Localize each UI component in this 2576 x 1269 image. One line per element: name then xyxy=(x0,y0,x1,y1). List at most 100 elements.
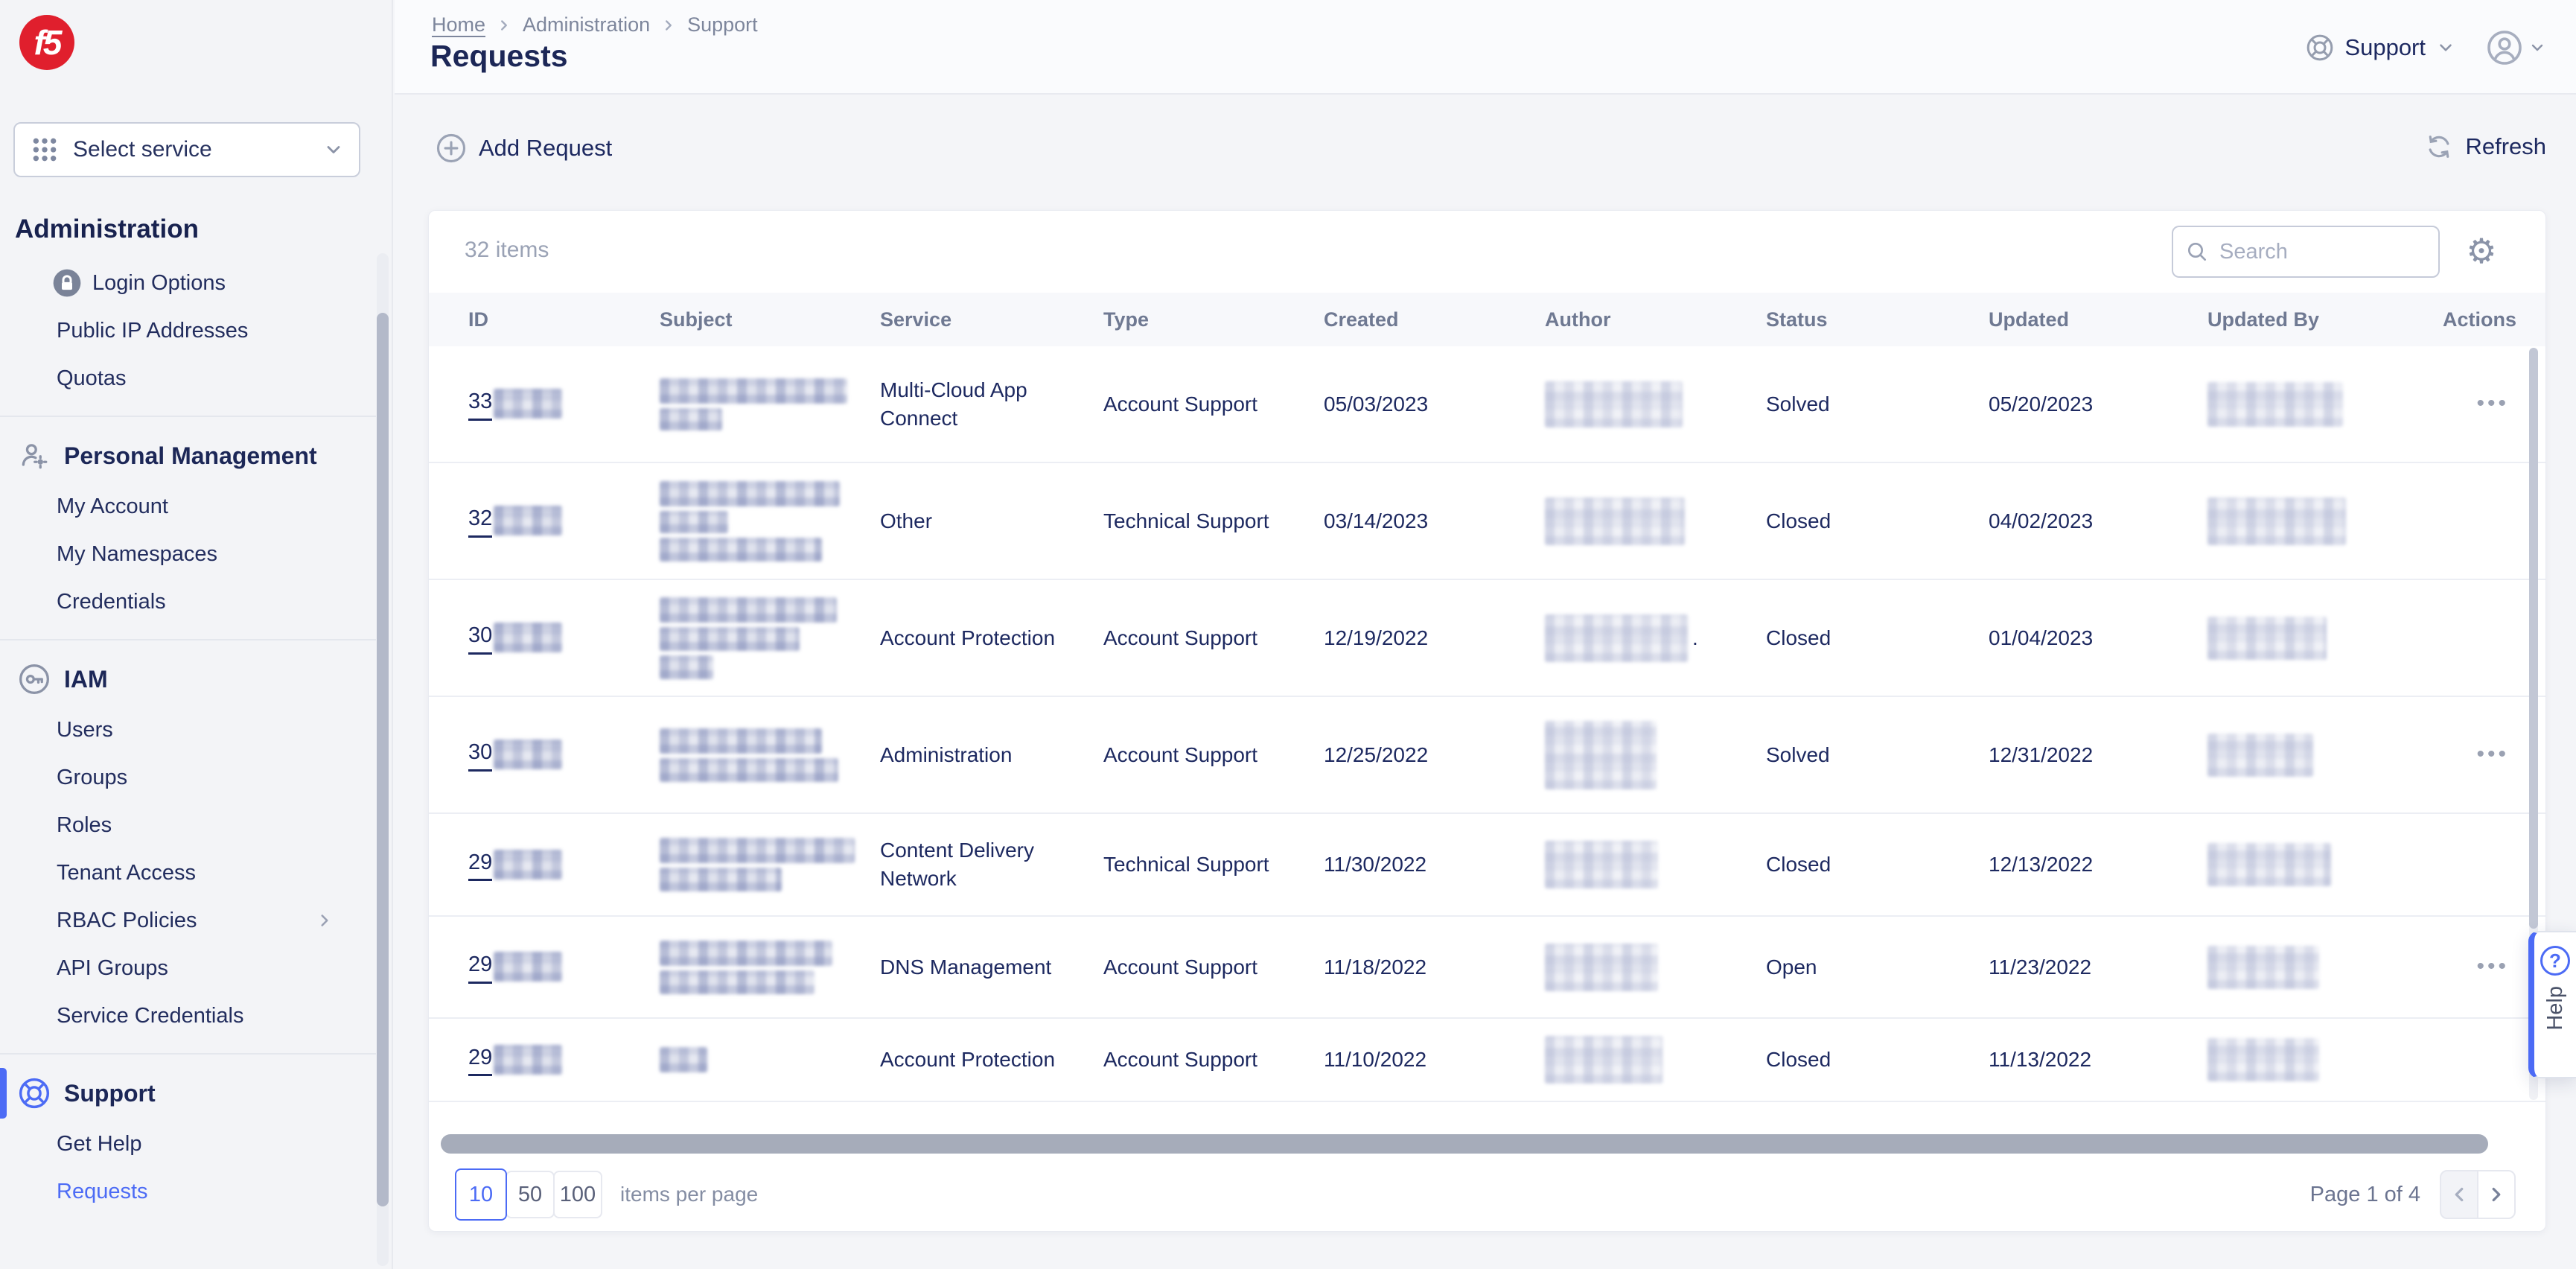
redacted-id xyxy=(494,1044,563,1075)
column-header-actions: Actions xyxy=(2443,308,2517,331)
request-id-link[interactable]: 32 xyxy=(468,504,563,538)
request-id-link[interactable]: 30 xyxy=(468,738,563,772)
sidebar-item-users[interactable]: Users xyxy=(0,706,376,754)
add-request-button[interactable]: Add Request xyxy=(436,133,612,164)
request-id: 29 xyxy=(468,950,493,984)
table-vertical-scrollbar-thumb[interactable] xyxy=(2529,348,2538,929)
request-created: 11/10/2022 xyxy=(1324,1048,1427,1072)
sidebar-section-title: Administration xyxy=(15,214,199,244)
request-created: 11/18/2022 xyxy=(1324,955,1427,979)
request-updated-by-redacted xyxy=(2207,616,2443,660)
column-header-updated[interactable]: Updated xyxy=(1989,306,2207,333)
request-updated: 05/20/2023 xyxy=(1989,392,2094,416)
sidebar-item-credentials[interactable]: Credentials xyxy=(0,578,376,626)
sidebar-item-get-help[interactable]: Get Help xyxy=(0,1120,376,1168)
table-row: 29 DNS Management Account Support 11/18/… xyxy=(429,917,2545,1019)
sidebar-item-service-credentials[interactable]: Service Credentials xyxy=(0,992,376,1040)
table-row: 32 Other Technical Support 03/14/2023 Cl… xyxy=(429,463,2545,580)
grid-icon xyxy=(30,135,60,165)
page-size-100-button[interactable]: 100 xyxy=(553,1171,602,1218)
sidebar-item-public-ip-addresses[interactable]: Public IP Addresses xyxy=(0,307,376,354)
sidebar-menu: Administration Login Options Public IP A… xyxy=(0,214,376,1229)
request-updated: 01/04/2023 xyxy=(1989,626,2094,649)
items-per-page-selector: 10 50 100 xyxy=(455,1168,602,1221)
help-tab[interactable]: ? Help xyxy=(2528,931,2576,1078)
next-page-button[interactable] xyxy=(2477,1170,2516,1219)
column-header-created[interactable]: Created xyxy=(1324,306,1545,333)
breadcrumb: Home Administration Support xyxy=(432,13,758,36)
request-updated: 12/13/2022 xyxy=(1989,853,2094,877)
column-header-service[interactable]: Service xyxy=(880,306,1103,333)
chevron-right-icon xyxy=(315,911,334,930)
user-menu-button[interactable] xyxy=(2487,30,2546,66)
plus-circle-icon xyxy=(436,133,467,164)
table-horizontal-scrollbar-thumb[interactable] xyxy=(441,1134,2488,1154)
request-id-link[interactable]: 29 xyxy=(468,848,563,882)
column-header-author[interactable]: Author xyxy=(1545,306,1766,333)
request-id-link[interactable]: 33 xyxy=(468,387,563,421)
page-size-10-button[interactable]: 10 xyxy=(455,1168,507,1221)
request-subject-redacted xyxy=(660,477,880,566)
sidebar-item-api-groups[interactable]: API Groups xyxy=(0,944,376,992)
sidebar-section-personal-management[interactable]: Personal Management xyxy=(0,429,376,483)
sidebar-item-label: Credentials xyxy=(57,589,166,614)
row-actions-menu-icon[interactable]: ••• xyxy=(2476,954,2509,979)
page-size-50-button[interactable]: 50 xyxy=(506,1171,555,1218)
request-status: Closed xyxy=(1766,853,1831,877)
row-actions-menu-icon[interactable]: ••• xyxy=(2476,742,2509,766)
request-id-link[interactable]: 30 xyxy=(468,621,563,655)
request-status: Closed xyxy=(1766,1048,1831,1072)
sidebar-item-label: My Account xyxy=(57,494,168,518)
search-box xyxy=(2172,226,2440,278)
request-service: Other xyxy=(880,509,933,532)
sidebar-item-login-options[interactable]: Login Options xyxy=(0,259,376,307)
table-settings-gear-icon[interactable]: ⚙ xyxy=(2458,227,2505,275)
breadcrumb-administration[interactable]: Administration xyxy=(523,13,650,36)
request-created: 11/30/2022 xyxy=(1324,853,1427,877)
request-status: Solved xyxy=(1766,392,1830,416)
page-navigation xyxy=(2440,1170,2516,1219)
sidebar-item-requests[interactable]: Requests xyxy=(0,1168,376,1215)
sidebar-item-roles[interactable]: Roles xyxy=(0,801,376,849)
request-author-redacted xyxy=(1545,720,1766,789)
sidebar-item-label: My Namespaces xyxy=(57,541,217,566)
request-id-link[interactable]: 29 xyxy=(468,1043,563,1077)
avatar-icon xyxy=(2487,30,2522,66)
column-header-status[interactable]: Status xyxy=(1766,306,1989,333)
request-updated-by-redacted xyxy=(2207,1038,2443,1081)
sidebar-section-label: IAM xyxy=(64,665,108,693)
request-id: 29 xyxy=(468,1043,493,1077)
refresh-button[interactable]: Refresh xyxy=(2425,133,2546,161)
sidebar-section-iam[interactable]: IAM xyxy=(0,652,376,706)
sidebar-scrollbar-thumb[interactable] xyxy=(377,313,389,1206)
column-header-id[interactable]: ID xyxy=(468,306,660,333)
previous-page-button[interactable] xyxy=(2440,1170,2478,1219)
column-header-type[interactable]: Type xyxy=(1103,306,1324,333)
sidebar-section-support[interactable]: Support xyxy=(0,1066,376,1120)
table-row: 33 Multi-Cloud App Connect Account Suppo… xyxy=(429,346,2545,463)
column-header-subject[interactable]: Subject xyxy=(660,306,880,333)
help-tab-label: Help xyxy=(2542,986,2567,1031)
author-suffix: . xyxy=(1692,626,1698,649)
breadcrumb-home[interactable]: Home xyxy=(432,13,485,36)
sidebar: f5 Select service Administration Login O… xyxy=(0,0,393,1269)
sidebar-item-label: Public IP Addresses xyxy=(57,318,249,343)
sidebar-item-my-account[interactable]: My Account xyxy=(0,483,376,530)
row-actions-menu-icon[interactable]: ••• xyxy=(2476,391,2509,416)
search-input[interactable] xyxy=(2219,239,2426,264)
sidebar-item-my-namespaces[interactable]: My Namespaces xyxy=(0,530,376,578)
table-row: 29 Account Protection Account Support 11… xyxy=(429,1019,2545,1102)
select-service-dropdown[interactable]: Select service xyxy=(13,122,360,177)
column-header-updated-by[interactable]: Updated By xyxy=(2207,306,2443,333)
refresh-label: Refresh xyxy=(2465,133,2546,159)
request-author-redacted xyxy=(1545,943,1766,991)
requests-toolbar: Add Request Refresh xyxy=(395,112,2576,194)
request-id-link[interactable]: 29 xyxy=(468,950,563,984)
sidebar-item-label: Users xyxy=(57,717,113,742)
support-menu-button[interactable]: Support xyxy=(2306,34,2455,62)
sidebar-item-tenant-access[interactable]: Tenant Access xyxy=(0,849,376,897)
sidebar-item-quotas[interactable]: Quotas xyxy=(0,354,376,402)
sidebar-item-rbac-policies[interactable]: RBAC Policies xyxy=(0,897,376,944)
sidebar-item-groups[interactable]: Groups xyxy=(0,754,376,801)
request-type: Account Support xyxy=(1103,392,1258,416)
